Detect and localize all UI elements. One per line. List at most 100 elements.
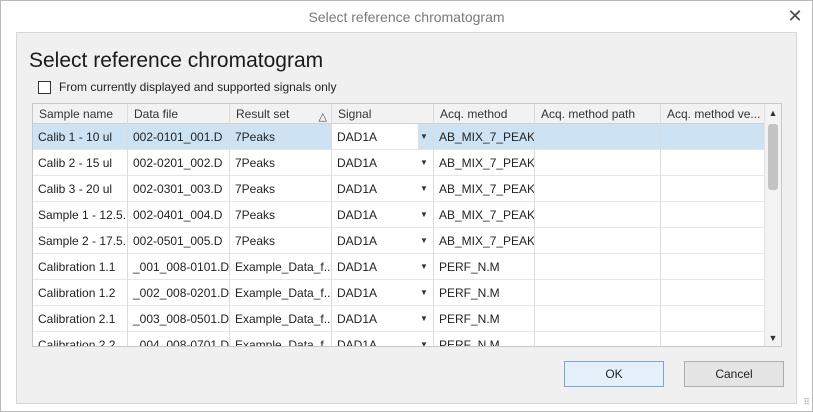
supported-signals-label: From currently displayed and supported s… — [59, 80, 337, 94]
acq-method-path-cell — [535, 228, 661, 254]
signal-dropdown[interactable]: DAD1A ▼ — [332, 280, 434, 306]
signal-dropdown[interactable]: DAD1A ▼ — [332, 332, 434, 347]
scroll-up-icon[interactable]: ▲ — [765, 104, 781, 121]
data-file-cell: 002-0201_002.D — [128, 150, 230, 176]
acq-method-cell: AB_MIX_7_PEAK... — [434, 150, 535, 176]
signal-value: DAD1A — [337, 286, 378, 300]
sample-name-cell: Calib 2 - 15 ul — [33, 150, 128, 176]
scroll-down-icon[interactable]: ▼ — [765, 329, 781, 346]
sample-name-cell: Sample 2 - 17.5... — [33, 228, 128, 254]
dropdown-arrow-icon[interactable]: ▼ — [418, 280, 430, 306]
result-set-cell: Example_Data_f... — [230, 254, 332, 280]
acq-method-version-cell — [661, 280, 766, 306]
dropdown-arrow-icon[interactable]: ▼ — [418, 150, 430, 176]
acq-method-version-cell — [661, 150, 766, 176]
cancel-button[interactable]: Cancel — [684, 361, 784, 387]
acq-method-cell: PERF_N.M — [434, 306, 535, 332]
dropdown-arrow-icon[interactable]: ▼ — [418, 228, 430, 254]
table-row[interactable]: Calibration 1.1 _001_008-0101.D Example_Da… — [33, 254, 781, 280]
column-header[interactable]: Signal — [332, 104, 434, 124]
column-header[interactable]: Acq. method path — [535, 104, 661, 124]
signal-dropdown[interactable]: DAD1A ▼ — [332, 202, 434, 228]
dropdown-arrow-icon[interactable]: ▼ — [418, 176, 430, 202]
sort-ascending-icon: △ — [318, 111, 327, 123]
table-header: Sample name Data file Result set △ Signal Acq… — [33, 104, 781, 124]
data-file-cell: 002-0501_005.D — [128, 228, 230, 254]
title-bar[interactable]: Select reference chromatogram ✕ — [1, 1, 812, 31]
dropdown-arrow-icon[interactable]: ▼ — [418, 332, 430, 346]
signal-value: DAD1A — [337, 234, 378, 248]
signal-dropdown[interactable]: DAD1A ▼ — [332, 150, 434, 176]
acq-method-cell: PERF_N.M — [434, 254, 535, 280]
dropdown-arrow-icon[interactable]: ▼ — [418, 306, 430, 332]
table-row[interactable]: Sample 1 - 12.5... 002-0401_004.D 7Peaks DA… — [33, 202, 781, 228]
supported-signals-checkbox[interactable] — [38, 80, 51, 94]
table-row[interactable]: Calibration 1.2 _002_008-0201.D Example_Da… — [33, 280, 781, 306]
column-header-label: Sample name — [39, 107, 114, 121]
result-set-cell: 7Peaks — [230, 150, 332, 176]
table-row[interactable]: Calibration 2.1 _003_008-0501.D Example_Da… — [33, 306, 781, 332]
signal-dropdown[interactable]: DAD1A ▼ — [332, 306, 434, 332]
acq-method-version-cell — [661, 202, 766, 228]
signal-value: DAD1A — [337, 182, 378, 196]
signal-dropdown[interactable]: DAD1A ▼ — [332, 228, 434, 254]
acq-method-cell: AB_MIX_7_PEAK... — [434, 124, 535, 150]
close-icon[interactable]: ✕ — [784, 6, 806, 26]
signal-value: DAD1A — [337, 208, 378, 222]
acq-method-cell: AB_MIX_7_PEAK... — [434, 228, 535, 254]
result-set-cell: Example_Data_f... — [230, 332, 332, 346]
column-header-label: Data file — [134, 107, 179, 121]
chromatogram-table: Sample name Data file Result set △ Signal Acq… — [32, 103, 782, 347]
column-header-label: Signal — [338, 107, 372, 121]
data-file-cell: 002-0101_001.D — [128, 124, 230, 150]
acq-method-version-cell — [661, 332, 766, 346]
dropdown-arrow-icon[interactable]: ▼ — [418, 124, 430, 150]
signal-value: DAD1A — [337, 312, 378, 326]
ok-button[interactable]: OK — [564, 361, 664, 387]
signal-dropdown[interactable]: DAD1A ▼ — [332, 176, 434, 202]
result-set-cell: 7Peaks — [230, 228, 332, 254]
sample-name-cell: Calib 1 - 10 ul — [33, 124, 128, 150]
data-file-cell: _001_008-0101.D — [128, 254, 230, 280]
acq-method-version-cell — [661, 228, 766, 254]
result-set-cell: Example_Data_f... — [230, 280, 332, 306]
data-file-cell: _004_008-0701.D — [128, 332, 230, 346]
acq-method-version-cell — [661, 306, 766, 332]
signal-dropdown[interactable]: DAD1A ▼ — [332, 254, 434, 280]
acq-method-path-cell — [535, 124, 661, 150]
table-row[interactable]: Calib 1 - 10 ul 002-0101_001.D 7Peaks DAD1A… — [33, 124, 781, 150]
acq-method-path-cell — [535, 176, 661, 202]
dropdown-arrow-icon[interactable]: ▼ — [418, 202, 430, 228]
acq-method-version-cell — [661, 124, 766, 150]
acq-method-version-cell — [661, 176, 766, 202]
sample-name-cell: Sample 1 - 12.5... — [33, 202, 128, 228]
result-set-cell: 7Peaks — [230, 176, 332, 202]
table-row[interactable]: Calib 2 - 15 ul 002-0201_002.D 7Peaks DAD1A… — [33, 150, 781, 176]
signal-value: DAD1A — [337, 156, 378, 170]
table-row[interactable]: Sample 2 - 17.5... 002-0501_005.D 7Peaks DA… — [33, 228, 781, 254]
acq-method-path-cell — [535, 202, 661, 228]
column-header[interactable]: Data file — [128, 104, 230, 124]
column-header-label: Acq. method ve... — [667, 107, 761, 121]
supported-signals-option[interactable]: From currently displayed and supported s… — [38, 80, 336, 94]
resize-grip-icon[interactable]: ⠿ — [803, 397, 810, 408]
scroll-thumb[interactable] — [768, 124, 778, 190]
column-header[interactable]: Sample name — [33, 104, 128, 124]
table-row[interactable]: Calibration 2.2 _004_008-0701.D Example_Da… — [33, 332, 781, 347]
signal-value: DAD1A — [337, 338, 378, 347]
column-header[interactable]: Result set △ — [230, 104, 332, 124]
signal-dropdown[interactable]: DAD1A ▼ — [332, 124, 434, 150]
table-row[interactable]: Calib 3 - 20 ul 002-0301_003.D 7Peaks DAD1A… — [33, 176, 781, 202]
sample-name-cell: Calibration 2.2 — [33, 332, 128, 346]
table-body: Calib 1 - 10 ul 002-0101_001.D 7Peaks DAD1A… — [33, 124, 781, 347]
column-header[interactable]: Acq. method ve... — [661, 104, 766, 124]
sample-name-cell: Calibration 1.2 — [33, 280, 128, 306]
column-header[interactable]: Acq. method — [434, 104, 535, 124]
dropdown-arrow-icon[interactable]: ▼ — [418, 254, 430, 280]
acq-method-cell: AB_MIX_7_PEAK... — [434, 202, 535, 228]
window-title: Select reference chromatogram — [308, 9, 505, 25]
page-title: Select reference chromatogram — [29, 49, 324, 72]
acq-method-path-cell — [535, 306, 661, 332]
vertical-scrollbar[interactable]: ▲ ▼ — [764, 104, 781, 346]
sample-name-cell: Calibration 1.1 — [33, 254, 128, 280]
